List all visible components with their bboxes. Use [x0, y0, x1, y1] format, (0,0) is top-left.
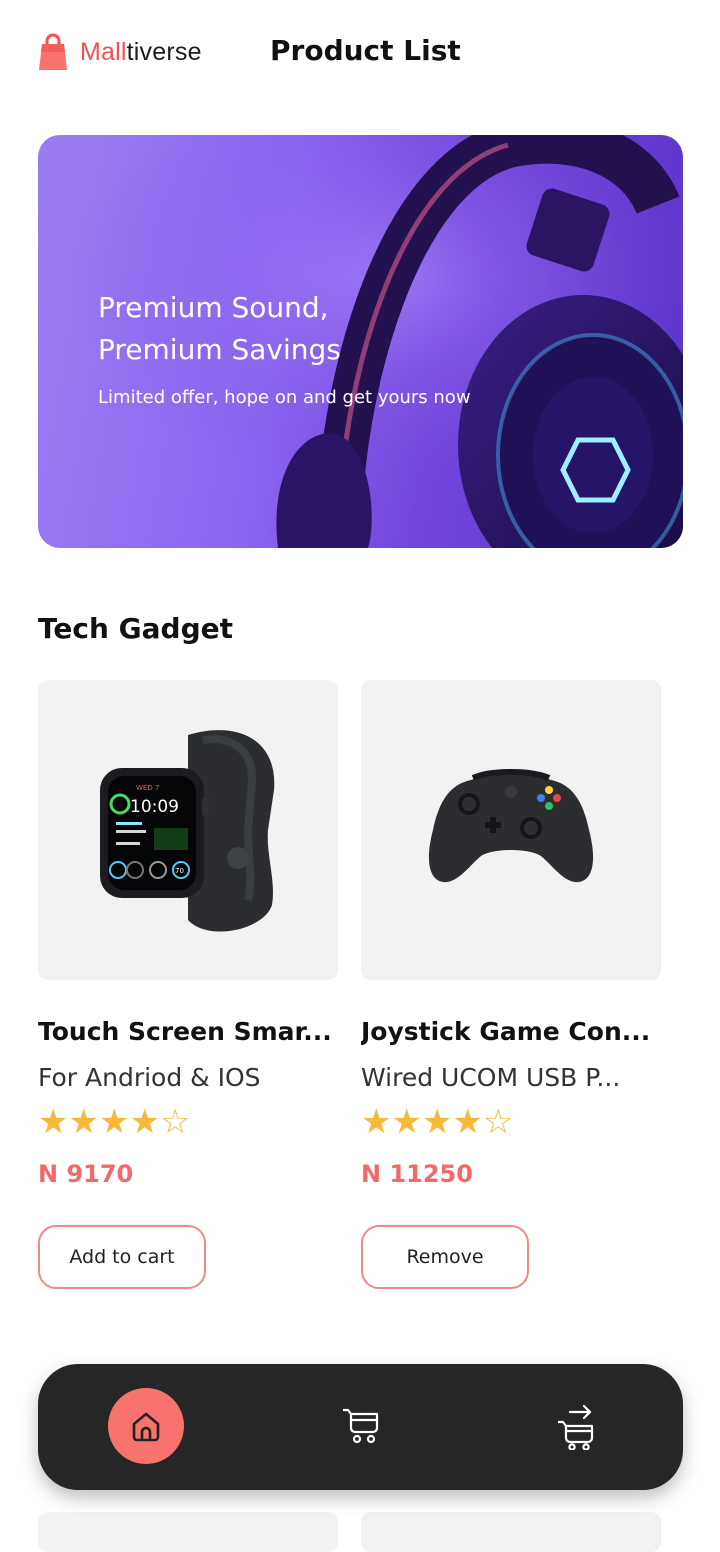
star-empty-icon: ☆ [482, 1102, 514, 1142]
product-rating: ★★★★☆ [38, 1102, 190, 1142]
bottom-navigation [38, 1364, 683, 1490]
star-filled-icons: ★★★★ [361, 1102, 483, 1142]
watch-complication: 70 [175, 867, 184, 875]
brand-logo[interactable]: Malltiverse [38, 32, 202, 72]
watch-day: WED 7 [136, 784, 159, 792]
home-icon [132, 1412, 160, 1442]
star-empty-icon: ☆ [159, 1102, 191, 1142]
product-rating: ★★★★☆ [361, 1102, 513, 1142]
product-image[interactable]: WED 7 10:09 70 [38, 680, 338, 980]
banner-headline: Premium Sound, Premium Savings [98, 291, 341, 366]
product-title[interactable]: Touch Screen Smar... [38, 1017, 338, 1046]
product-title[interactable]: Joystick Game Con... [361, 1017, 661, 1046]
game-controller-icon [428, 769, 594, 883]
product-subtitle: Wired UCOM USB P... [361, 1063, 621, 1092]
app-header: Malltiverse Product List [0, 0, 720, 110]
product-price: N 11250 [361, 1160, 473, 1188]
add-to-cart-button[interactable]: Add to cart [38, 1225, 206, 1289]
product-price: N 9170 [38, 1160, 134, 1188]
page-title: Product List [270, 34, 461, 67]
banner-subtitle: Limited offer, hope on and get yours now [98, 387, 471, 408]
checkout-cart-icon [558, 1404, 594, 1450]
product-card[interactable]: Joystick Game Con... Wired UCOM USB P...… [361, 680, 661, 1289]
promo-banner[interactable]: Premium Sound, Premium Savings Limited o… [38, 135, 683, 548]
product-card[interactable]: WED 7 10:09 70 Touch Screen Smar... For … [38, 680, 338, 1289]
section-title: Tech Gadget [38, 612, 233, 645]
cart-icon [343, 1408, 379, 1444]
remove-button[interactable]: Remove [361, 1225, 529, 1289]
product-subtitle: For Andriod & IOS [38, 1063, 261, 1092]
watch-time: 10:09 [130, 797, 179, 817]
smartwatch-icon: WED 7 10:09 70 [100, 730, 275, 932]
product-card-peek [38, 1512, 338, 1552]
nav-checkout-button[interactable] [538, 1388, 614, 1464]
product-image[interactable] [361, 680, 661, 980]
nav-cart-button[interactable] [323, 1388, 399, 1464]
shopping-bag-icon [39, 33, 67, 70]
brand-name: Malltiverse [80, 37, 202, 66]
nav-home-button[interactable] [108, 1388, 184, 1464]
product-card-peek [361, 1512, 661, 1552]
star-filled-icons: ★★★★ [38, 1102, 160, 1142]
